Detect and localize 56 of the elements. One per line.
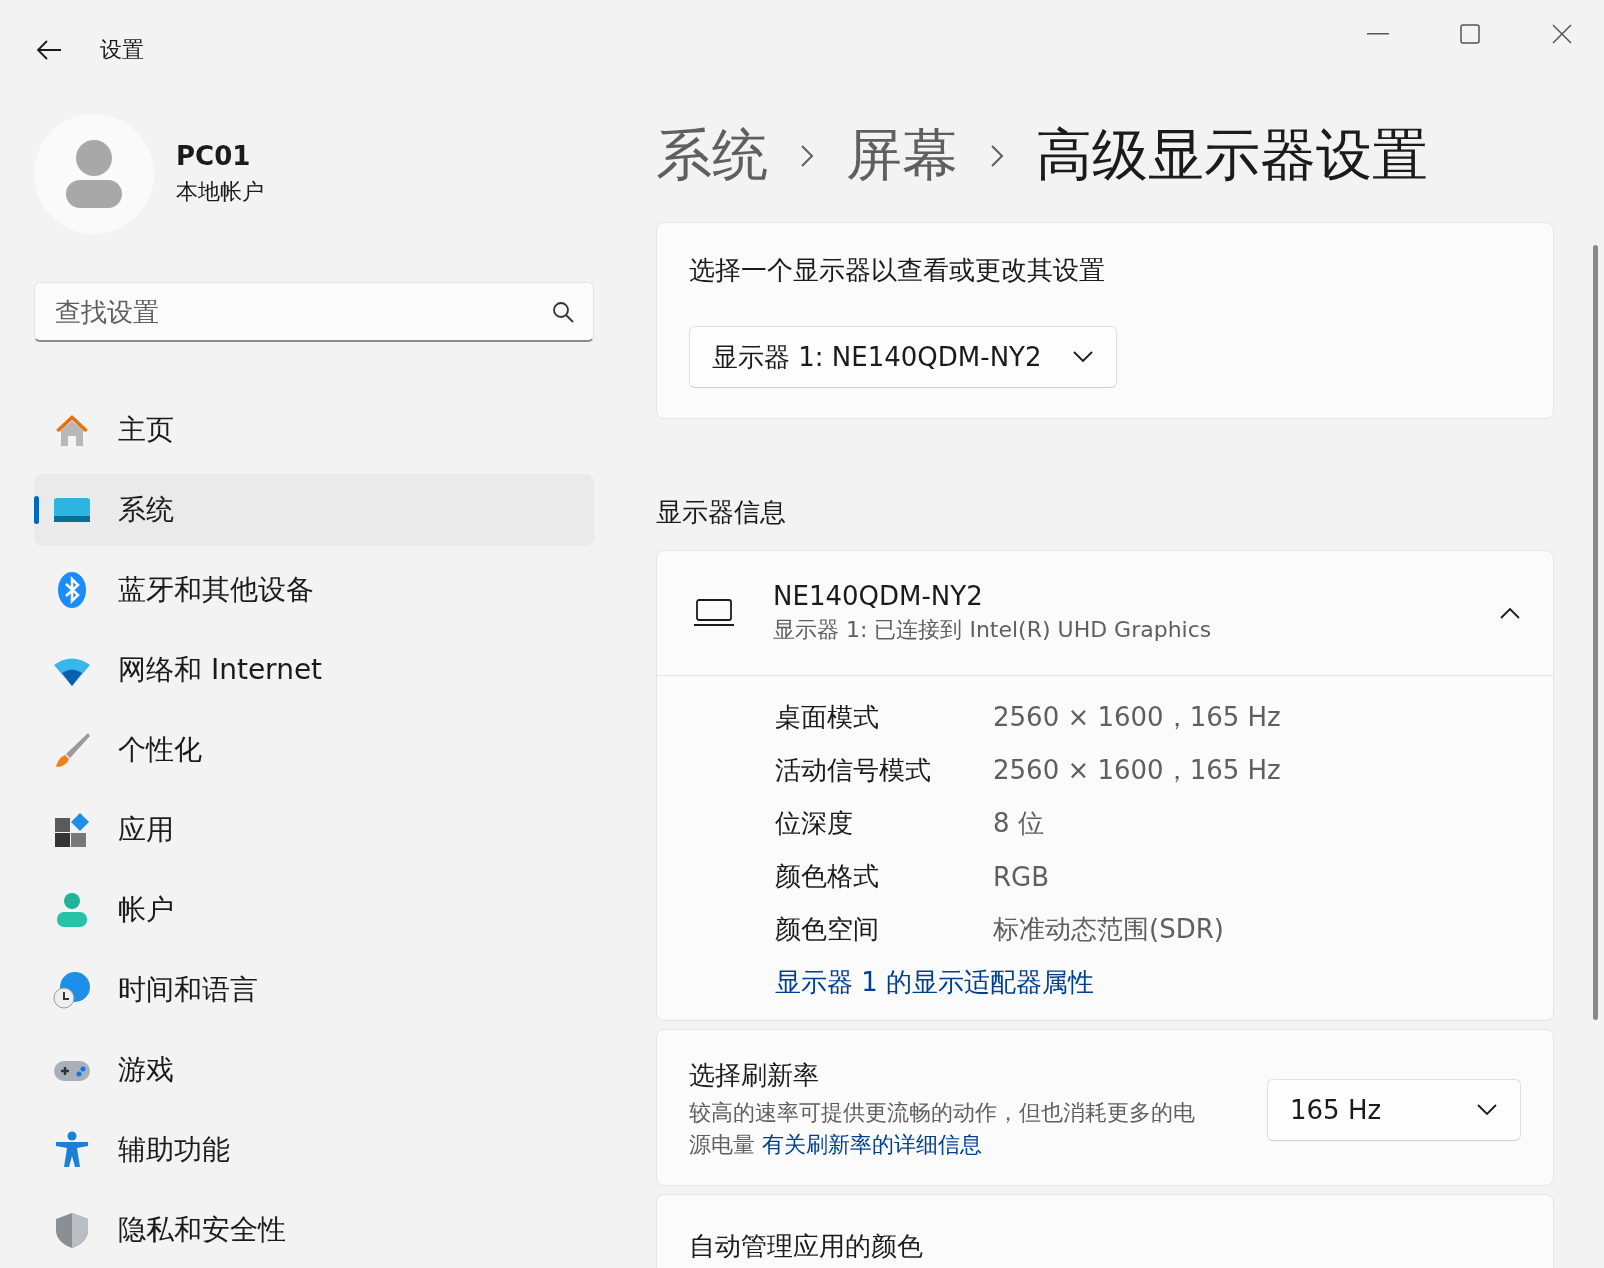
account-type: 本地帐户 — [176, 178, 264, 206]
account-name: PC01 — [176, 141, 252, 171]
nav-item[interactable]: 应用 — [34, 794, 594, 866]
selection-indicator — [34, 496, 39, 524]
breadcrumb-item[interactable]: 屏幕 — [846, 118, 958, 194]
search-input[interactable]: 查找设置 — [53, 295, 551, 328]
search-icon — [551, 299, 575, 324]
property-value: 8 位 — [993, 807, 1045, 840]
close-icon — [1552, 24, 1572, 44]
property-value: 2560 × 1600，165 Hz — [993, 754, 1282, 787]
card-title: 选择刷新率 — [689, 1059, 820, 1092]
chevron-down-icon — [1071, 350, 1094, 364]
nav-item[interactable]: 个性化 — [34, 714, 594, 786]
chevron-down-icon — [1476, 1102, 1498, 1117]
section-heading: 显示器信息 — [656, 496, 787, 529]
chevron-up-icon — [1499, 606, 1521, 620]
display-subtitle: 显示器 1: 已连接到 Intel(R) UHD Graphics — [773, 616, 1213, 644]
nav-item[interactable]: 游戏 — [34, 1034, 594, 1106]
nav-item[interactable]: 蓝牙和其他设备 — [34, 554, 594, 626]
scrollbar[interactable] — [1593, 245, 1598, 1020]
nav-item[interactable]: 系统 — [34, 474, 594, 546]
nav-item[interactable]: 网络和 Internet — [34, 634, 594, 706]
property-label: 位深度 — [775, 807, 854, 840]
breadcrumb-item: 高级显示器设置 — [1036, 121, 1428, 189]
nav-item[interactable]: 帐户 — [34, 874, 594, 946]
minimize-icon — [1367, 33, 1389, 35]
chevron-right-icon — [990, 144, 1004, 168]
property-label: 桌面模式 — [775, 701, 880, 734]
adapter-properties-link[interactable]: 显示器 1 的显示适配器属性 — [775, 967, 1095, 997]
display-info-header[interactable]: NE140QDM-NY2 显示器 1: 已连接到 Intel(R) UHD Graphics — [657, 551, 1553, 676]
details-link[interactable]: 有关刷新率的详细信息 — [762, 1132, 982, 1157]
back-arrow-icon — [36, 39, 62, 61]
nav-item[interactable]: 时间和语言 — [34, 954, 594, 1026]
globe-clock-icon — [52, 970, 92, 1010]
display-dropdown[interactable]: 显示器 1: NE140QDM-NY2 — [689, 326, 1117, 388]
laptop-icon — [693, 598, 735, 628]
property-label: 颜色格式 — [775, 860, 880, 893]
window-title: 设置 — [100, 36, 144, 64]
card-title: 自动管理应用的颜色 — [689, 1230, 924, 1263]
card-title: 选择一个显示器以查看或更改其设置 — [689, 254, 1106, 287]
nav-item[interactable]: 辅助功能 — [34, 1114, 594, 1186]
property-label: 颜色空间 — [775, 913, 880, 946]
apps-icon — [52, 810, 92, 850]
maximize-icon — [1460, 24, 1480, 44]
display-name: NE140QDM-NY2 — [773, 581, 984, 611]
search-field[interactable]: 查找设置 — [34, 282, 594, 342]
nav-item[interactable]: 主页 — [34, 394, 594, 466]
breadcrumb-item[interactable]: 系统 — [656, 118, 768, 194]
card-description: 较高的速率可提供更流畅的动作，但也消耗更多的电源电量 有关刷新率的详细信息 — [689, 1099, 1196, 1159]
refresh-rate-dropdown[interactable]: 165 Hz — [1267, 1078, 1521, 1141]
property-value: RGB — [993, 861, 1051, 892]
property-value: 标准动态范围(SDR) — [993, 913, 1225, 946]
property-value: 2560 × 1600，165 Hz — [993, 701, 1282, 734]
property-label: 活动信号模式 — [775, 754, 932, 787]
nav-item[interactable]: 隐私和安全性 — [34, 1194, 594, 1266]
chevron-right-icon — [800, 144, 814, 168]
